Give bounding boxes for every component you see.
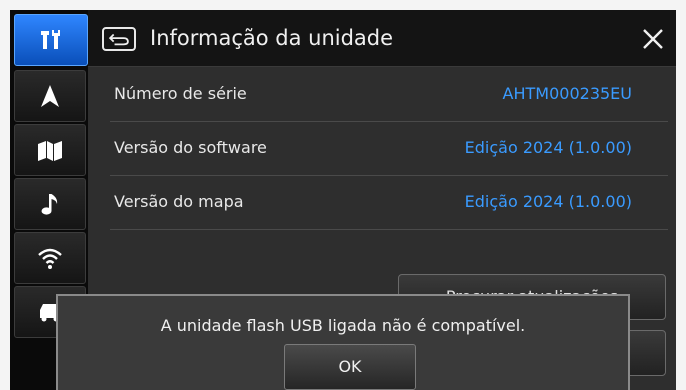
navigation-arrow-icon bbox=[41, 85, 59, 107]
info-row-serial-number: Número de série AHTM000235EU bbox=[110, 70, 668, 122]
info-row-software-version: Versão do software Edição 2024 (1.0.00) bbox=[110, 124, 668, 176]
music-note-icon bbox=[41, 194, 58, 215]
close-button[interactable] bbox=[638, 24, 668, 54]
page-title: Informação da unidade bbox=[150, 26, 394, 50]
sidebar-item-audio[interactable] bbox=[14, 178, 86, 230]
sidebar-item-navigation[interactable] bbox=[14, 70, 86, 122]
map-icon bbox=[38, 141, 62, 161]
back-arrow-icon bbox=[108, 33, 129, 46]
ok-button[interactable]: OK bbox=[284, 344, 416, 390]
info-row-value: Edição 2024 (1.0.00) bbox=[464, 192, 632, 211]
sidebar-item-settings[interactable] bbox=[14, 14, 88, 66]
error-dialog: A unidade flash USB ligada não é compatí… bbox=[56, 294, 630, 390]
wifi-icon bbox=[38, 248, 62, 269]
info-row-map-version: Versão do mapa Edição 2024 (1.0.00) bbox=[110, 178, 668, 230]
dialog-message: A unidade flash USB ligada não é compatí… bbox=[160, 316, 526, 335]
tools-icon bbox=[41, 30, 60, 49]
info-row-value: Edição 2024 (1.0.00) bbox=[464, 138, 632, 157]
header-bar: Informação da unidade bbox=[88, 10, 676, 67]
screen: Informação da unidade Número de série AH… bbox=[10, 10, 676, 390]
info-row-label: Versão do software bbox=[114, 138, 267, 157]
back-button[interactable] bbox=[102, 27, 136, 51]
sidebar-item-map[interactable] bbox=[14, 124, 86, 176]
info-row-value: AHTM000235EU bbox=[502, 84, 632, 103]
sidebar-item-connectivity[interactable] bbox=[14, 232, 86, 284]
info-row-label: Número de série bbox=[114, 84, 247, 103]
info-row-label: Versão do mapa bbox=[114, 192, 244, 211]
close-icon bbox=[643, 29, 663, 49]
